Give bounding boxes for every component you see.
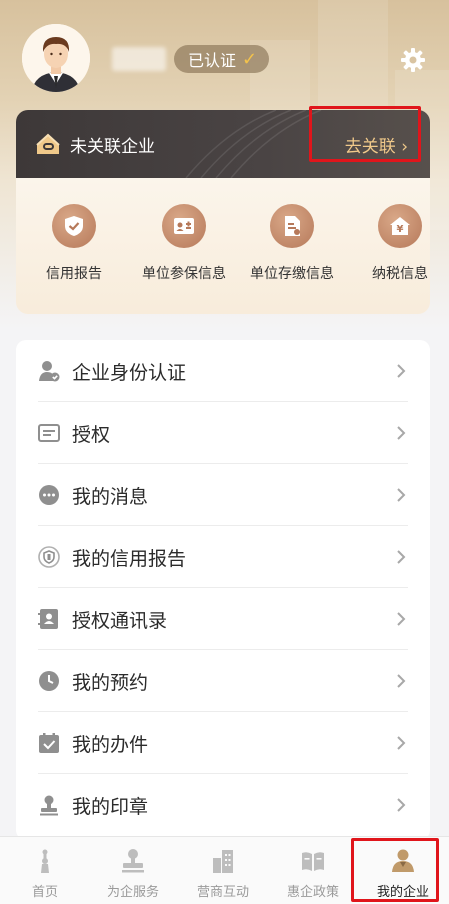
check-icon: ✓ xyxy=(242,48,258,70)
buildings-icon xyxy=(213,850,233,873)
home-tower-icon xyxy=(41,849,49,873)
menu-item-credit-report[interactable]: 我的信用报告 xyxy=(16,526,430,588)
enterprise-status-text: 未关联企业 xyxy=(70,137,155,157)
menu-item-label: 我的消息 xyxy=(72,485,149,508)
menu-item-label: 我的办件 xyxy=(72,733,149,756)
menu-item-messages[interactable]: 我的消息 xyxy=(16,464,430,526)
link-enterprise-button[interactable]: 去关联 › xyxy=(345,132,408,157)
seal-icon xyxy=(40,795,58,816)
quick-action-credit-report[interactable]: 信用报告 xyxy=(24,204,124,283)
enterprise-link-bar: 未关联企业 去关联 › xyxy=(16,110,430,178)
clock-icon xyxy=(39,671,59,691)
quick-actions-panel: 信用报告 单位参保信息 单位存缴信息 ¥ 纳税信息 xyxy=(16,178,430,314)
yuan-house-icon: ¥ xyxy=(378,204,422,248)
chevron-right-icon xyxy=(397,364,406,378)
quick-action-label: 纳税信息 xyxy=(372,266,428,282)
chevron-right-icon xyxy=(397,488,406,502)
shield-check-icon xyxy=(52,204,96,248)
message-icon xyxy=(39,485,59,505)
authorize-icon xyxy=(38,424,60,442)
chevron-right-icon xyxy=(397,550,406,564)
tab-label: 惠企政策 xyxy=(286,885,339,900)
menu-item-authorize[interactable]: 授权 xyxy=(16,402,430,464)
gear-icon[interactable] xyxy=(400,47,426,73)
tab-home[interactable]: 首页 xyxy=(0,837,90,904)
my-enterprise-icon xyxy=(392,849,414,872)
chevron-right-icon xyxy=(397,736,406,750)
tab-label: 营商互动 xyxy=(196,885,249,900)
menu-item-label: 授权 xyxy=(72,423,111,446)
tab-services[interactable]: 为企服务 xyxy=(88,837,178,904)
chevron-right-icon xyxy=(397,674,406,688)
quick-action-label: 单位存缴信息 xyxy=(250,266,334,282)
user-verify-icon xyxy=(39,361,60,382)
svg-text:¥: ¥ xyxy=(397,224,404,235)
id-card-icon xyxy=(162,204,206,248)
document-icon xyxy=(270,204,314,248)
quick-action-tax[interactable]: ¥ 纳税信息 xyxy=(350,204,430,283)
tab-label: 首页 xyxy=(31,885,58,900)
verified-label: 已认证 xyxy=(188,51,237,70)
avatar[interactable] xyxy=(22,24,90,92)
menu-item-contacts[interactable]: 授权通讯录 xyxy=(16,588,430,650)
menu-item-cases[interactable]: 我的办件 xyxy=(16,712,430,774)
house-link-icon xyxy=(34,130,62,158)
quick-action-label: 信用报告 xyxy=(46,266,102,282)
bottom-tab-bar: 首页 为企服务 营商互动 惠企政策 我的企业 xyxy=(0,836,449,904)
menu-item-label: 我的信用报告 xyxy=(72,547,187,570)
menu-list: 企业身份认证 授权 我的消息 我的信用报告 授权通讯录 我的预约 我的办件 我的… xyxy=(16,340,430,840)
menu-item-appointments[interactable]: 我的预约 xyxy=(16,650,430,712)
credit-report-icon xyxy=(38,546,60,568)
verified-badge: 已认证 ✓ xyxy=(174,45,270,73)
menu-item-enterprise-verify[interactable]: 企业身份认证 xyxy=(16,340,430,402)
avatar-icon xyxy=(22,24,90,92)
menu-item-label: 企业身份认证 xyxy=(72,361,187,384)
chevron-right-icon xyxy=(397,798,406,812)
menu-item-label: 我的印章 xyxy=(72,795,149,818)
chevron-right-icon xyxy=(397,612,406,626)
tab-label: 为企服务 xyxy=(106,885,159,900)
tab-policies[interactable]: 惠企政策 xyxy=(268,837,358,904)
user-name-blurred xyxy=(112,47,166,71)
menu-item-seals[interactable]: 我的印章 xyxy=(16,774,430,836)
tab-my-enterprise[interactable]: 我的企业 xyxy=(358,837,448,904)
calendar-check-icon xyxy=(39,733,59,753)
policy-book-icon xyxy=(302,852,324,871)
menu-item-label: 授权通讯录 xyxy=(72,609,168,632)
tab-interaction[interactable]: 营商互动 xyxy=(178,837,268,904)
chevron-right-icon xyxy=(397,426,406,440)
service-stamp-icon xyxy=(122,849,144,873)
contacts-icon xyxy=(38,609,58,629)
tab-label: 我的企业 xyxy=(376,885,429,900)
menu-item-label: 我的预约 xyxy=(72,671,149,694)
quick-action-deposit[interactable]: 单位存缴信息 xyxy=(242,204,342,283)
quick-action-label: 单位参保信息 xyxy=(142,266,226,282)
quick-action-insurance[interactable]: 单位参保信息 xyxy=(134,204,234,283)
